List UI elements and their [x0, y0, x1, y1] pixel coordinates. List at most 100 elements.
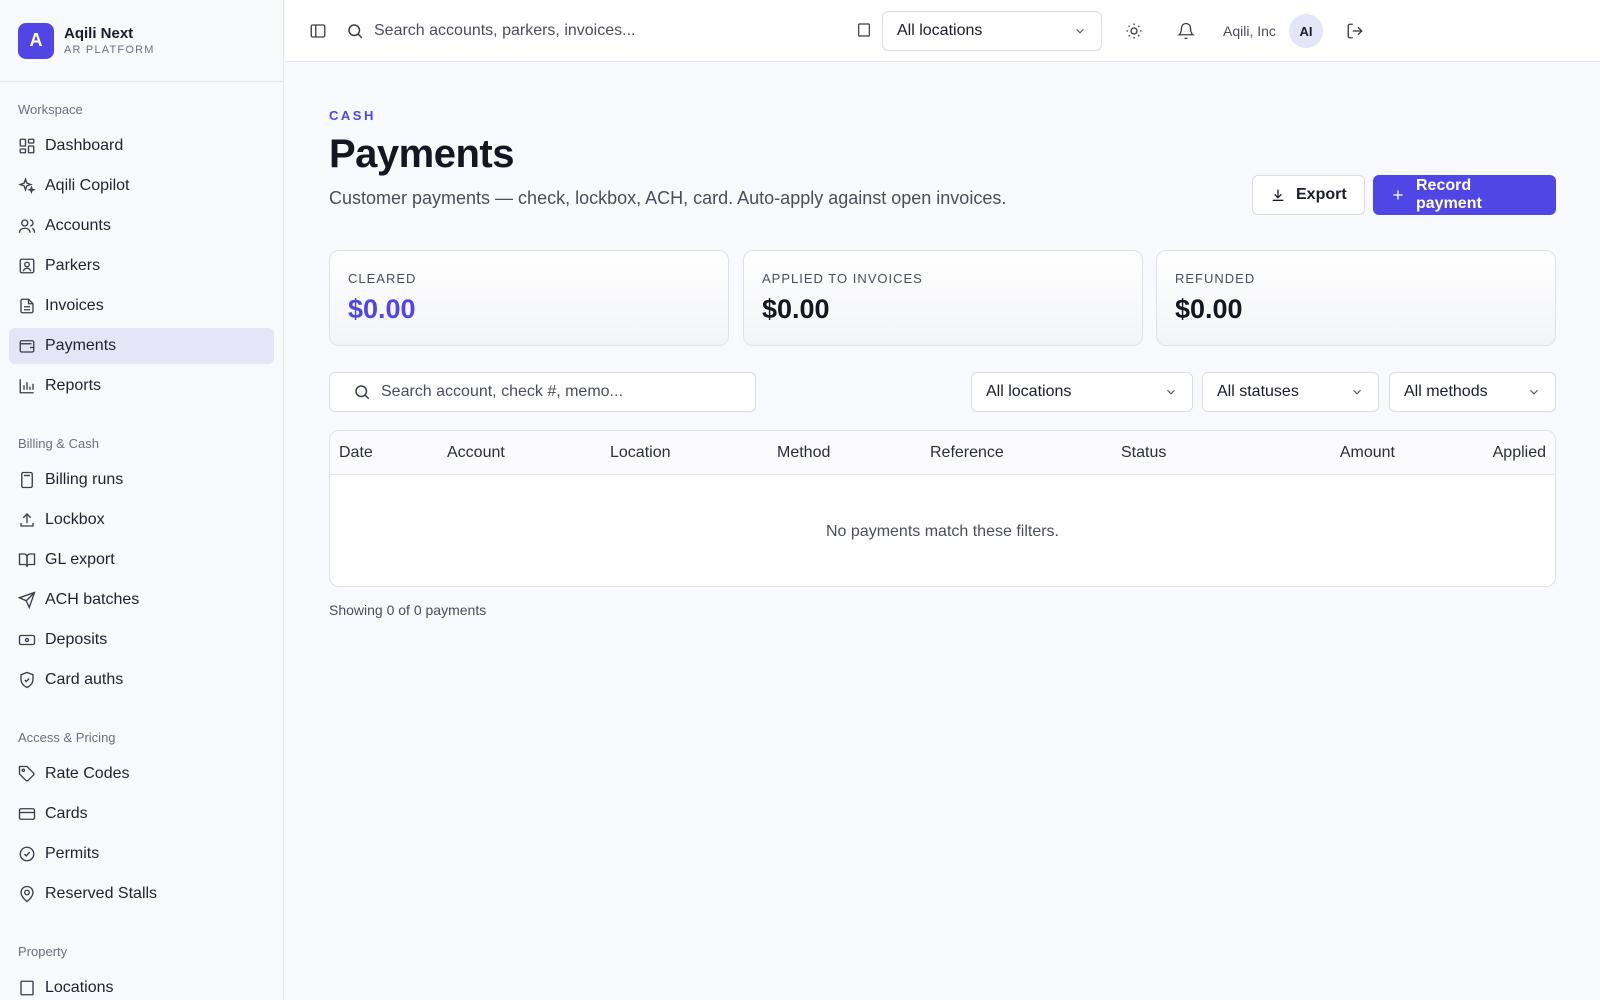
sidebar-item-deposits[interactable]: Deposits — [9, 622, 274, 658]
export-button[interactable]: Export — [1252, 175, 1365, 215]
sidebar-item-ach-batches[interactable]: ACH batches — [9, 582, 274, 618]
column-header-reference[interactable]: Reference — [930, 431, 1004, 475]
column-header-account[interactable]: Account — [447, 431, 505, 475]
sidebar-item-reports[interactable]: Reports — [9, 368, 274, 404]
sidebar-item-reserved-stalls[interactable]: Reserved Stalls — [9, 876, 274, 912]
sidebar-item-dashboard[interactable]: Dashboard — [9, 128, 274, 164]
sidebar-item-label: Card auths — [45, 671, 124, 688]
sidebar-item-label: Billing runs — [45, 471, 124, 488]
sidebar-item-lockbox[interactable]: Lockbox — [9, 502, 274, 538]
tag-icon — [18, 765, 36, 783]
stat-label: REFUNDED — [1175, 271, 1256, 286]
payments-search[interactable]: Search account, check #, memo... — [329, 372, 756, 412]
brand-subtitle: AR PLATFORM — [64, 44, 155, 56]
topbar: Search accounts, parkers, invoices... Al… — [285, 0, 1600, 62]
log-out-icon — [1346, 22, 1364, 40]
global-search-input[interactable]: Search accounts, parkers, invoices... — [374, 22, 635, 40]
nav-heading: Property — [18, 944, 68, 959]
chevron-down-icon — [1350, 385, 1364, 399]
nav-heading: Workspace — [18, 102, 83, 117]
sidebar-item-label: Deposits — [45, 631, 108, 648]
page-subtitle: Customer payments — check, lockbox, ACH,… — [329, 188, 1007, 208]
stat-value: $0.00 — [762, 294, 830, 324]
dashboard-icon — [18, 137, 36, 155]
sidebar-toggle-button[interactable] — [309, 22, 327, 40]
page-title: Payments — [329, 132, 514, 176]
sidebar-item-label: Lockbox — [45, 511, 105, 528]
sparkles-icon — [18, 177, 36, 195]
column-header-status[interactable]: Status — [1121, 431, 1166, 475]
org-name[interactable]: Aqili, Inc — [1223, 22, 1276, 40]
brand[interactable]: A Aqili Next AR PLATFORM — [0, 0, 283, 82]
column-header-applied[interactable]: Applied — [1493, 431, 1546, 475]
sidebar-item-cards[interactable]: Cards — [9, 796, 274, 832]
sidebar-item-label: Aqili Copilot — [45, 177, 130, 194]
record-payment-button-label: Record payment — [1416, 177, 1482, 212]
sidebar-item-label: Cards — [45, 805, 88, 822]
bar-chart-icon — [18, 377, 36, 395]
stat-card-applied: APPLIED TO INVOICES $0.00 — [743, 250, 1143, 346]
avatar[interactable]: AI — [1289, 14, 1323, 48]
stat-label: APPLIED TO INVOICES — [762, 271, 923, 286]
export-button-label: Export — [1296, 186, 1347, 203]
nav-section-billing-cash: Billing & Cash Billing runs Lockbox GL e… — [0, 434, 283, 698]
sidebar-item-locations[interactable]: Locations — [9, 970, 274, 1000]
shield-icon — [18, 671, 36, 689]
sidebar-item-accounts[interactable]: Accounts — [9, 208, 274, 244]
plus-icon — [1390, 187, 1416, 203]
sidebar-item-gl-export[interactable]: GL export — [9, 542, 274, 578]
sidebar-item-parkers[interactable]: Parkers — [9, 248, 274, 284]
calculator-icon — [18, 471, 36, 489]
book-icon — [18, 551, 36, 569]
nav-heading: Billing & Cash — [18, 436, 99, 451]
sidebar-item-rate-codes[interactable]: Rate Codes — [9, 756, 274, 792]
sidebar-item-billing-runs[interactable]: Billing runs — [9, 462, 274, 498]
sidebar-item-label: Locations — [45, 979, 114, 996]
badge-check-icon — [18, 845, 36, 863]
payments-search-input[interactable]: Search account, check #, memo... — [381, 383, 623, 401]
download-icon — [1270, 187, 1296, 203]
brand-name: Aqili Next — [64, 25, 134, 42]
credit-card-icon — [18, 805, 36, 823]
sidebar-item-aqili-copilot[interactable]: Aqili Copilot — [9, 168, 274, 204]
brand-logo: A — [18, 22, 54, 59]
column-header-location[interactable]: Location — [610, 431, 671, 475]
nav-section-workspace: Workspace Dashboard Aqili Copilot Accoun… — [0, 100, 283, 404]
sidebar-item-card-auths[interactable]: Card auths — [9, 662, 274, 698]
results-count: Showing 0 of 0 payments — [329, 602, 487, 618]
status-filter-select[interactable]: All statuses — [1202, 372, 1379, 412]
page-eyebrow: CASH — [329, 108, 376, 123]
sidebar-item-label: ACH batches — [45, 591, 140, 608]
payments-table: Date Account Location Method Reference S… — [329, 430, 1556, 587]
column-header-method[interactable]: Method — [777, 431, 830, 475]
column-header-date[interactable]: Date — [339, 431, 373, 475]
sidebar-item-label: Reports — [45, 377, 102, 394]
sidebar-item-label: GL export — [45, 551, 115, 568]
global-search[interactable]: Search accounts, parkers, invoices... — [346, 20, 635, 42]
column-header-amount[interactable]: Amount — [1340, 431, 1395, 475]
send-icon — [18, 591, 36, 609]
nav-section-access-pricing: Access & Pricing Rate Codes Cards Permit… — [0, 728, 283, 912]
sidebar-item-label: Dashboard — [45, 137, 124, 154]
stat-value: $0.00 — [348, 294, 416, 324]
nav-section-property: Property Locations — [0, 942, 283, 1000]
sidebar-item-label: Rate Codes — [45, 765, 130, 782]
sidebar-item-permits[interactable]: Permits — [9, 836, 274, 872]
sidebar-item-label: Accounts — [45, 217, 111, 234]
logout-button[interactable] — [1346, 22, 1364, 40]
record-payment-button[interactable]: Record payment — [1373, 175, 1556, 215]
sidebar-item-payments[interactable]: Payments — [9, 328, 274, 364]
sidebar: A Aqili Next AR PLATFORM Workspace Dashb… — [0, 0, 284, 1000]
chevron-down-icon — [1527, 385, 1541, 399]
notifications-button[interactable] — [1177, 22, 1195, 40]
bell-icon — [1177, 22, 1195, 40]
sidebar-item-invoices[interactable]: Invoices — [9, 288, 274, 324]
stat-label: CLEARED — [348, 271, 417, 286]
chevron-down-icon — [1073, 24, 1087, 38]
theme-toggle-button[interactable] — [1125, 22, 1143, 40]
location-filter-select[interactable]: All locations — [971, 372, 1193, 412]
location-select[interactable]: All locations — [882, 11, 1102, 51]
method-filter-select[interactable]: All methods — [1389, 372, 1556, 412]
contact-icon — [18, 257, 36, 275]
search-icon — [353, 383, 371, 401]
